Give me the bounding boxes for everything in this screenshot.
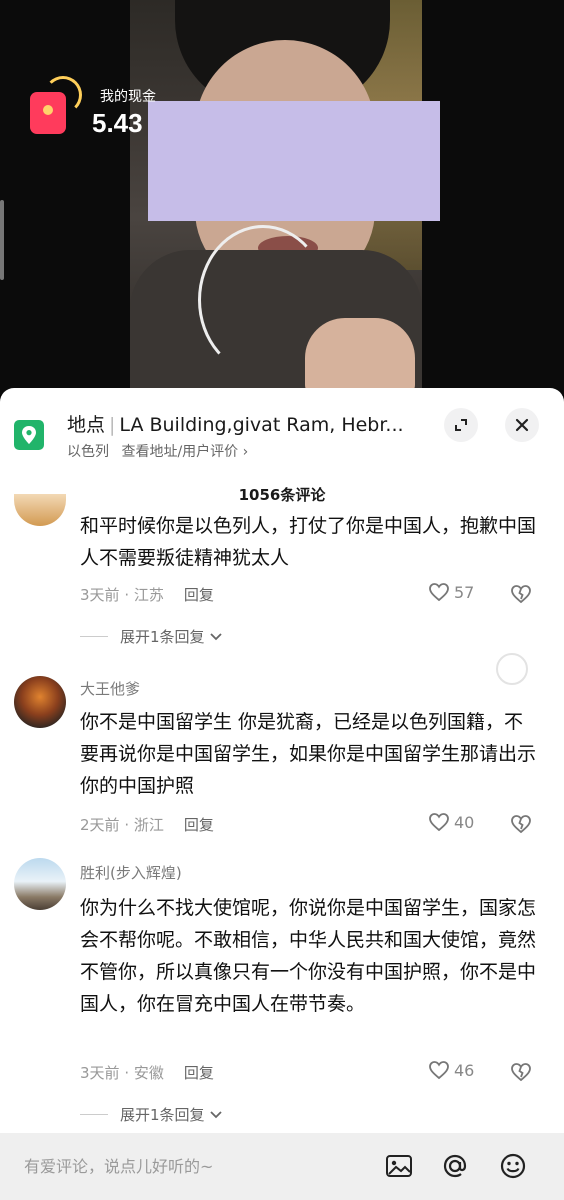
broken-heart-icon bbox=[511, 1063, 531, 1082]
dislike-button[interactable] bbox=[510, 1062, 532, 1086]
video-player[interactable]: 我的现金 5.43 bbox=[0, 0, 564, 395]
comment-count: 1056条评论 bbox=[238, 486, 326, 504]
comment-region: 浙江 bbox=[133, 816, 164, 834]
comment-region: 安徽 bbox=[133, 1064, 164, 1082]
comment-username[interactable]: 胜利(步入辉煌) bbox=[80, 862, 182, 883]
mention-icon[interactable] bbox=[440, 1151, 470, 1181]
heart-icon bbox=[429, 583, 449, 602]
comment-text: 和平时候你是以色列人，打仗了你是中国人，抱歉中国人不需要叛徒精神犹太人 bbox=[80, 515, 537, 569]
reply-button[interactable]: 回复 bbox=[184, 586, 214, 604]
money-value: 5.43 bbox=[92, 108, 143, 138]
comment-time: 3天前 bbox=[80, 1064, 120, 1082]
comment-input[interactable]: 有爱评论，说点儿好听的~ bbox=[0, 1133, 564, 1200]
location-label: 地点 bbox=[67, 414, 106, 436]
comment-sheet: 地点 | LA Building,givat Ram, Hebr... 以色列 查看… bbox=[0, 388, 564, 1200]
close-button[interactable] bbox=[505, 408, 539, 442]
location-title[interactable]: 地点 | LA Building,givat Ram, Hebr... bbox=[67, 410, 437, 437]
expand-replies-button[interactable]: 展开1条回复 bbox=[80, 1104, 223, 1125]
expand-button[interactable] bbox=[444, 408, 478, 442]
location-name: LA Building,givat Ram, Hebr... bbox=[119, 414, 404, 436]
heart-icon bbox=[429, 813, 449, 832]
avatar[interactable] bbox=[14, 494, 66, 526]
emoji-icon[interactable] bbox=[498, 1151, 528, 1181]
comment-input-bar: 有爱评论，说点儿好听的~ bbox=[0, 1133, 564, 1200]
view-address-link[interactable]: 查看地址/用户评价 › bbox=[121, 444, 248, 460]
comment-username[interactable]: 大王他爹 bbox=[80, 678, 140, 699]
avatar[interactable] bbox=[14, 676, 66, 728]
expand-icon bbox=[455, 419, 467, 431]
dislike-button[interactable] bbox=[510, 814, 532, 838]
location-header[interactable]: 地点 | LA Building,givat Ram, Hebr... 以色列 查看… bbox=[0, 388, 564, 468]
chevron-down-icon bbox=[209, 1110, 222, 1118]
like-count: 57 bbox=[454, 582, 475, 602]
dislike-button[interactable] bbox=[510, 584, 532, 608]
expand-replies-button[interactable]: 展开1条回复 bbox=[80, 626, 223, 647]
broken-heart-icon bbox=[511, 585, 531, 604]
like-button[interactable]: 40 bbox=[428, 812, 474, 832]
comment-text: 你不是中国留学生 你是犹裔，已经是以色列国籍，不要再说你是中国留学生，如果你是中… bbox=[80, 711, 537, 797]
expand-replies-label: 展开1条回复 bbox=[120, 628, 205, 646]
edge-handle bbox=[0, 200, 4, 280]
image-icon[interactable] bbox=[384, 1151, 414, 1181]
privacy-mask bbox=[148, 101, 440, 221]
like-button[interactable]: 57 bbox=[428, 582, 474, 602]
like-count: 46 bbox=[454, 1060, 475, 1080]
avatar[interactable] bbox=[14, 858, 66, 910]
comment-time: 2天前 bbox=[80, 816, 120, 834]
close-icon bbox=[515, 418, 529, 432]
money-label: 我的现金 bbox=[100, 89, 156, 105]
comment-input-placeholder: 有爱评论，说点儿好听的~ bbox=[24, 1157, 214, 1176]
location-subtitle: 以色列 查看地址/用户评价 › bbox=[67, 441, 248, 461]
reply-button[interactable]: 回复 bbox=[184, 816, 214, 834]
map-pin-icon bbox=[14, 420, 44, 450]
comment-text: 你为什么不找大使馆呢，你说你是中国留学生，国家怎会不帮你呢。不敢相信，中华人民共… bbox=[80, 897, 537, 1015]
like-button[interactable]: 46 bbox=[428, 1060, 474, 1080]
comment-meta: 3天前 · 江苏 回复 bbox=[80, 586, 214, 604]
red-envelope-icon[interactable] bbox=[30, 92, 66, 134]
video-person-hand bbox=[305, 318, 415, 395]
loading-spinner-icon bbox=[496, 653, 528, 685]
heart-icon bbox=[429, 1061, 449, 1080]
comment-time: 3天前 bbox=[80, 586, 120, 604]
comment-region: 江苏 bbox=[133, 586, 164, 604]
like-count: 40 bbox=[454, 812, 475, 832]
location-country: 以色列 bbox=[67, 444, 109, 460]
chevron-down-icon bbox=[209, 632, 222, 640]
comment-meta: 2天前 · 浙江 回复 bbox=[80, 816, 214, 834]
comment-meta: 3天前 · 安徽 回复 bbox=[80, 1064, 214, 1082]
reply-button[interactable]: 回复 bbox=[184, 1064, 214, 1082]
expand-replies-label: 展开1条回复 bbox=[120, 1106, 205, 1124]
broken-heart-icon bbox=[511, 815, 531, 834]
